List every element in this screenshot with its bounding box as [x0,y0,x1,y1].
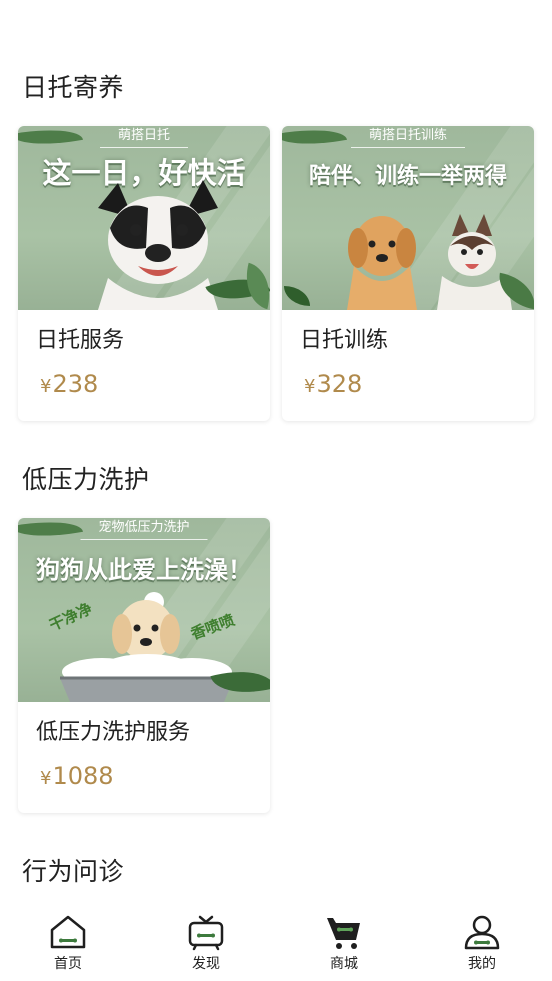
tab-mine[interactable]: 我的 [442,913,522,973]
tab-discover[interactable]: 发现 [166,913,246,973]
card-title: 低压力洗护服务 [36,720,191,745]
card-image-grooming: 宠物低压力洗护 狗狗从此爱上洗澡！ 干净净 香喷喷 [18,518,270,702]
service-card-grooming[interactable]: 宠物低压力洗护 狗狗从此爱上洗澡！ 干净净 香喷喷 低压力洗护服务 ¥1088 [18,518,270,813]
service-card-daycare[interactable]: 萌搭日托 这一日，好快活 日托服务 ¥238 [18,126,270,421]
tab-shop[interactable]: 商城 [304,913,384,973]
section-title-grooming: 低压力洗护 [22,465,150,494]
section-title-daycare: 日托寄养 [22,73,125,102]
card-price: ¥238 [40,370,99,398]
card-image-training: 萌搭日托训练 陪伴、训练一举两得 [282,126,534,310]
tab-home[interactable]: 首页 [28,913,108,973]
card-price: ¥1088 [40,762,114,790]
service-card-training[interactable]: 萌搭日托训练 陪伴、训练一举两得 日托训练 ¥328 [282,126,534,421]
card-headline: 陪伴、训练一举两得 [308,164,507,189]
home-icon [50,915,86,949]
dogs-illustration [347,214,512,310]
card-headline: 狗狗从此爱上洗澡！ [36,556,252,584]
tv-icon [188,915,224,951]
card-price: ¥328 [304,370,363,398]
cart-icon [327,918,360,949]
card-title: 日托服务 [36,328,125,353]
card-title: 日托训练 [300,328,389,353]
card-image-daycare: 萌搭日托 这一日，好快活 [18,126,270,310]
section-title-behavior: 行为问诊 [22,857,125,886]
user-icon [464,915,500,950]
bottom-tab-bar: 首页 发现 商城 我的 [0,901,552,981]
